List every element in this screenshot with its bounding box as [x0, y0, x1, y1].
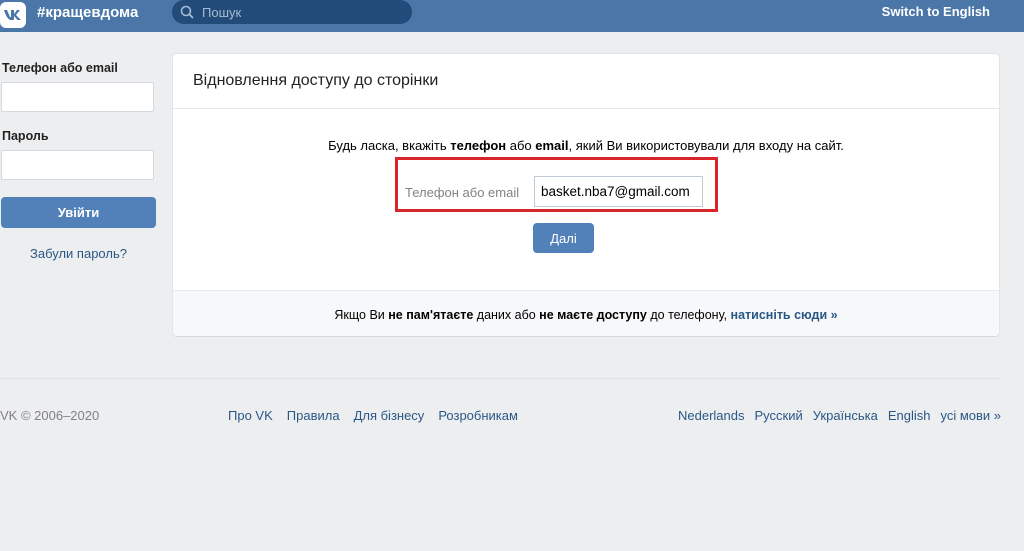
instr-or: або [506, 138, 536, 153]
footer-link-rules[interactable]: Правила [287, 408, 340, 423]
click-here-link[interactable]: натисніть сюди » [731, 308, 838, 322]
note-mid2: до телефону, [646, 308, 731, 322]
instr-prefix: Будь ласка, вкажіть [328, 138, 451, 153]
card-footer: Якщо Ви не пам'ятаєте даних або не маєте… [173, 290, 999, 336]
login-phone-input[interactable] [1, 82, 154, 112]
note-bold2: не маєте доступу [539, 308, 647, 322]
instr-suffix: , який Ви використовували для входу на с… [568, 138, 844, 153]
login-button[interactable]: Увійти [1, 197, 156, 228]
instruction-text: Будь ласка, вкажіть телефон або email, я… [173, 138, 999, 153]
footer-note: Якщо Ви не пам'ятаєте даних або не маєте… [173, 308, 999, 322]
search-box[interactable] [172, 0, 412, 24]
page-title: Відновлення доступу до сторінки [193, 72, 439, 89]
note-prefix: Якщо Ви [334, 308, 389, 322]
login-password-input[interactable] [1, 150, 154, 180]
brand-hashtag[interactable]: #кращевдома [37, 4, 138, 21]
password-label: Пароль [2, 129, 49, 143]
phone-email-input[interactable] [534, 176, 703, 207]
copyright: VK © 2006–2020 [0, 408, 100, 423]
footer-link-about[interactable]: Про VK [228, 408, 273, 423]
restore-access-card: Відновлення доступу до сторінки Будь лас… [173, 54, 999, 336]
forgot-password-link[interactable]: Забули пароль? [0, 246, 157, 261]
instr-email: email [535, 138, 569, 153]
instr-phone: телефон [450, 138, 507, 153]
footer-divider [0, 378, 1000, 379]
vk-logo-icon[interactable] [0, 2, 26, 28]
footer-link-business[interactable]: Для бізнесу [354, 408, 425, 423]
card-header: Відновлення доступу до сторінки [173, 54, 999, 109]
footer-links: Про VK Правила Для бізнесу Розробникам [228, 408, 518, 423]
top-bar: #кращевдома Switch to English [0, 0, 1024, 32]
lang-link-english[interactable]: English [888, 408, 931, 423]
footer-link-developers[interactable]: Розробникам [438, 408, 518, 423]
search-input[interactable] [200, 3, 404, 21]
language-links: Nederlands Русский Українська English ус… [678, 408, 1001, 423]
switch-to-english-link[interactable]: Switch to English [882, 4, 990, 19]
note-mid: даних або [473, 308, 540, 322]
lang-link-all[interactable]: усі мови » [940, 408, 1001, 423]
lang-link-russian[interactable]: Русский [754, 408, 802, 423]
note-bold1: не пам'ятаєте [388, 308, 474, 322]
lang-link-nederlands[interactable]: Nederlands [678, 408, 745, 423]
field-label: Телефон або email [405, 185, 520, 200]
lang-link-ukrainian[interactable]: Українська [813, 408, 878, 423]
next-button[interactable]: Далі [533, 223, 594, 253]
phone-email-label: Телефон або email [2, 61, 118, 75]
search-icon [180, 4, 196, 20]
